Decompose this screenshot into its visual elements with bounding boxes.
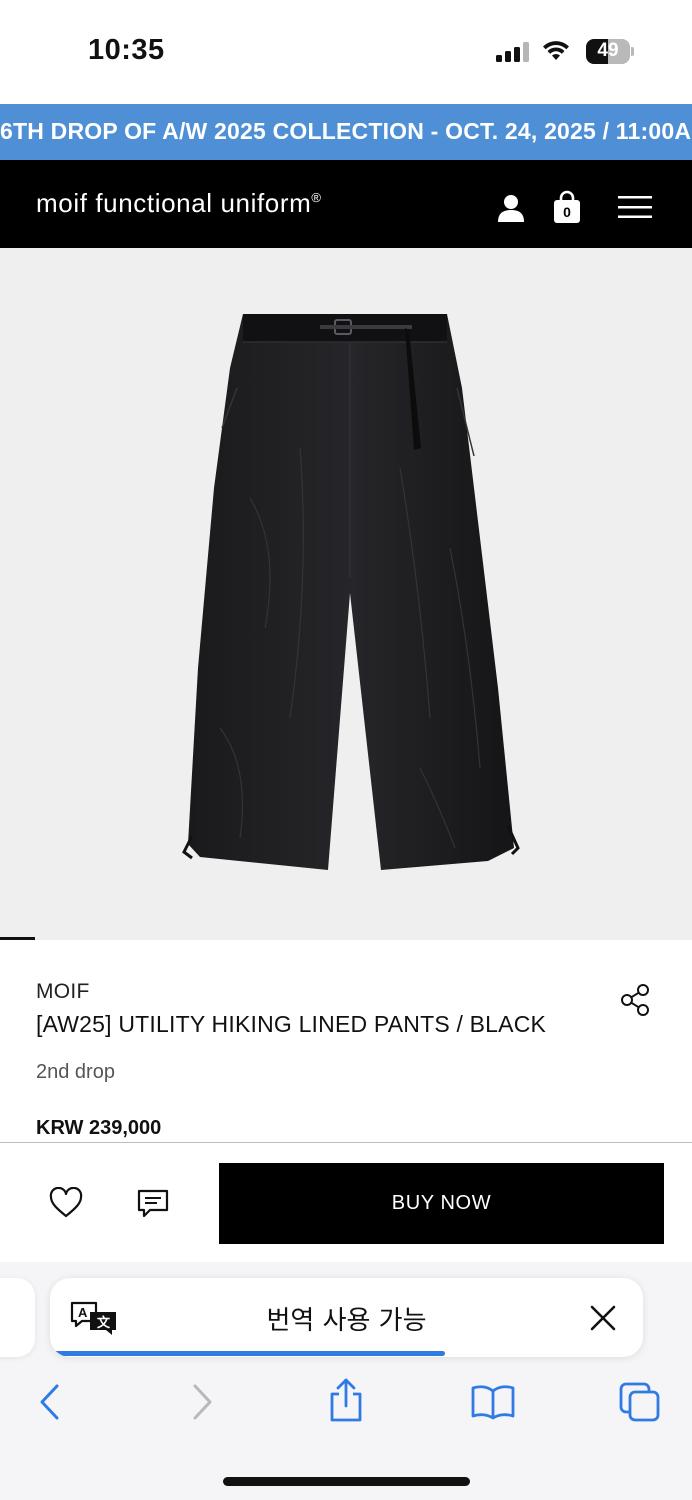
status-time: 10:35 [88,34,165,66]
wifi-icon [543,41,569,60]
cellular-signal-icon [496,42,529,62]
share-sheet-icon[interactable] [327,1377,365,1423]
announcement-banner[interactable]: 6TH DROP OF A/W 2025 COLLECTION - OCT. 2… [0,104,692,160]
bookmarks-icon[interactable] [470,1383,516,1421]
translation-banner[interactable]: A 文 번역 사용 가능 [50,1278,643,1357]
announcement-text: 6TH DROP OF A/W 2025 COLLECTION - OCT. 2… [0,118,692,144]
share-icon[interactable] [620,983,650,1017]
drop-label: 2nd drop [36,1061,115,1083]
product-brand[interactable]: MOIF [36,980,90,1004]
home-indicator[interactable] [223,1477,470,1486]
battery-percent: 49 [597,40,619,61]
battery-icon: 49 [586,39,634,64]
heart-icon[interactable] [48,1187,84,1219]
status-bar: 10:35 49 [0,0,692,104]
forward-icon[interactable] [186,1383,216,1421]
tabs-icon[interactable] [618,1381,662,1423]
site-header: moif functional uniform® 0 [0,160,692,248]
translate-available-text: 번역 사용 가능 [266,1306,427,1336]
buy-now-button[interactable]: BUY NOW [219,1163,664,1244]
divider [0,1142,692,1143]
site-logo[interactable]: moif functional uniform® [36,188,322,219]
previous-tab-card[interactable] [0,1278,35,1357]
logo-text: moif functional uniform [36,188,312,218]
back-icon[interactable] [36,1383,66,1421]
product-title: [AW25] UTILITY HIKING LINED PANTS / BLAC… [36,1011,547,1037]
product-price: KRW 239,000 [36,1117,162,1139]
page-load-progress [54,1351,446,1356]
review-comment-icon[interactable] [136,1188,170,1220]
account-icon[interactable] [497,194,525,222]
image-slide-indicator [0,937,35,940]
close-icon[interactable] [590,1305,616,1331]
cart-count: 0 [563,204,571,220]
registered-mark: ® [311,190,322,205]
pants-illustration [182,314,520,870]
menu-icon[interactable] [618,196,652,218]
product-image[interactable] [0,248,692,940]
